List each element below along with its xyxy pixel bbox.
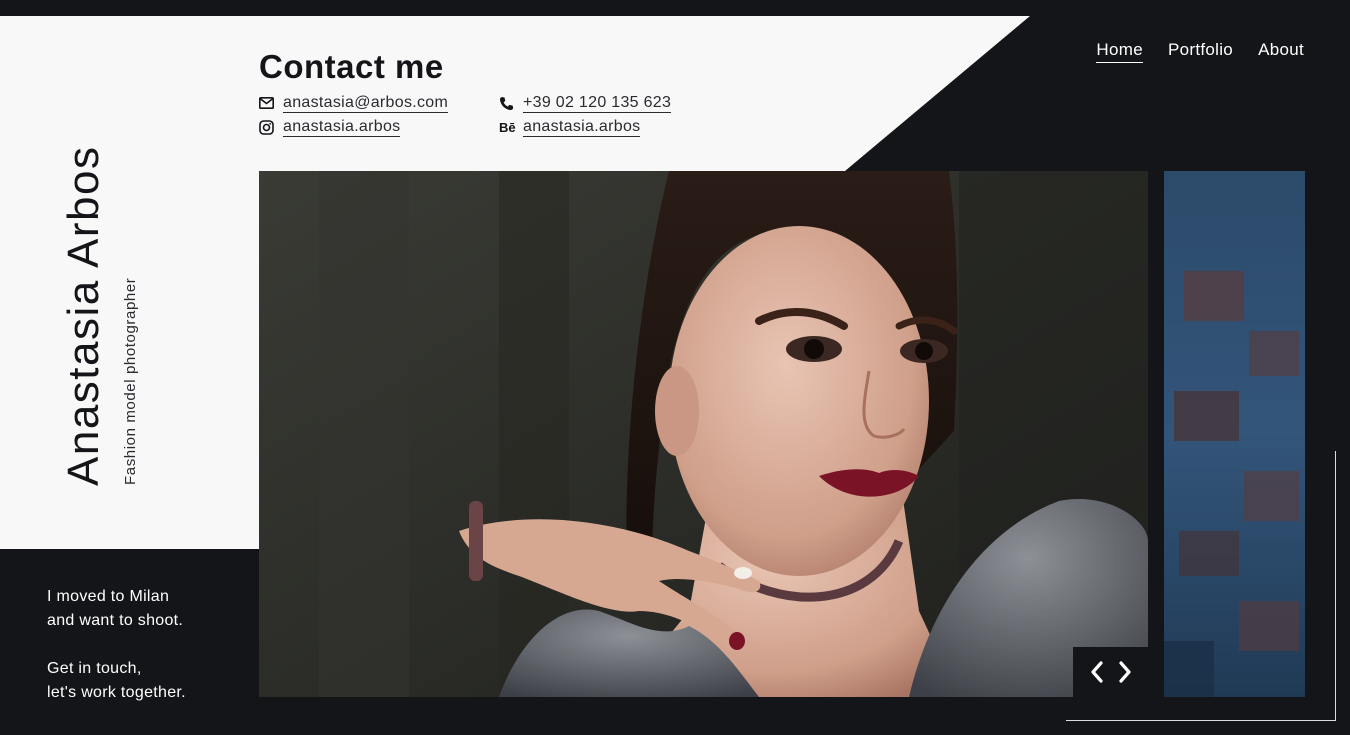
main-nav: Home Portfolio About [1096, 40, 1304, 63]
behance-icon: Bē [499, 119, 516, 135]
phone-link[interactable]: +39 02 120 135 623 [523, 93, 672, 113]
contact-behance: Bē anastasia.arbos [499, 116, 641, 138]
phone-icon [499, 96, 523, 111]
tagline-line-4: let's work together. [47, 684, 186, 701]
tagline-line-1: I moved to Milan [47, 588, 170, 605]
chevron-right-icon[interactable] [1118, 661, 1132, 683]
slider-next-photo[interactable] [1164, 171, 1305, 697]
instagram-icon [259, 119, 283, 135]
decorative-frame-line [1066, 720, 1336, 721]
contact-title: Contact me [259, 48, 444, 85]
nav-about[interactable]: About [1258, 40, 1304, 63]
email-link[interactable]: anastasia@arbos.com [283, 93, 449, 113]
envelope-icon [259, 97, 283, 109]
tagline-line-2: and want to shoot. [47, 612, 184, 629]
site-title: Anastasia Arbos [59, 145, 108, 486]
nav-home[interactable]: Home [1096, 40, 1143, 63]
chevron-left-icon[interactable] [1090, 661, 1104, 683]
site-subtitle: Fashion model photographer [122, 277, 139, 485]
tagline: I moved to Milan and want to shoot. Get … [47, 585, 186, 705]
contact-email: anastasia@arbos.com [259, 92, 449, 114]
slider-controls [1073, 647, 1148, 697]
nav-portfolio[interactable]: Portfolio [1168, 40, 1233, 63]
contact-instagram: anastasia.arbos [259, 116, 401, 138]
tagline-line-3: Get in touch, [47, 660, 142, 677]
contact-phone: +39 02 120 135 623 [499, 92, 672, 114]
slider-main-photo[interactable] [259, 171, 1148, 697]
decorative-frame-line [1335, 451, 1336, 721]
instagram-link[interactable]: anastasia.arbos [283, 117, 401, 137]
behance-link[interactable]: anastasia.arbos [523, 117, 641, 137]
